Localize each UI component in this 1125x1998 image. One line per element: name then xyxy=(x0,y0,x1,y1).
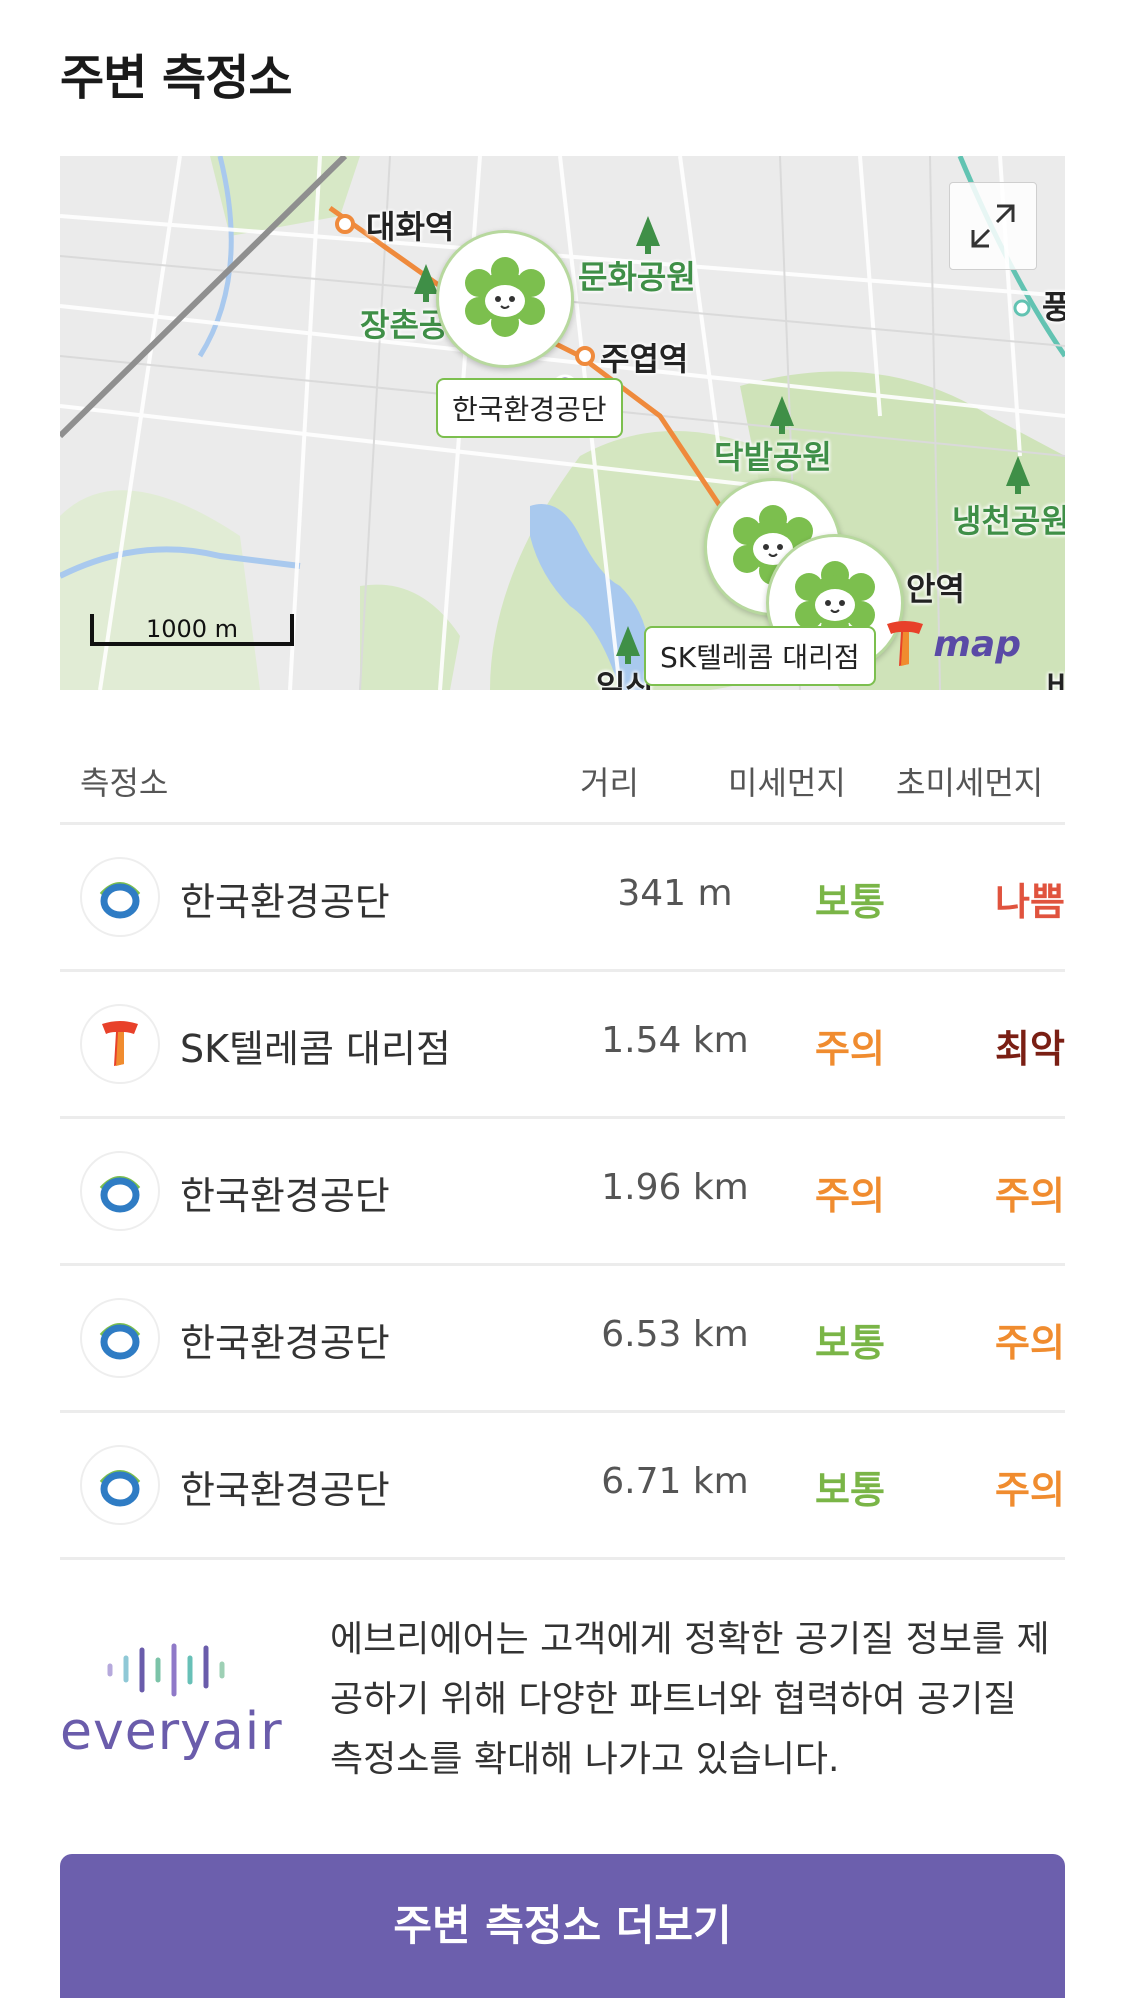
more-stations-button[interactable]: 주변 측정소 더보기 xyxy=(60,1854,1065,1998)
map-pin-tag-keco[interactable]: 한국환경공단 xyxy=(436,378,623,438)
header-station: 측정소 xyxy=(80,764,169,802)
station-name: 한국환경공단 xyxy=(180,1321,390,1365)
stations-table-header: 측정소 거리 미세먼지 초미세먼지 xyxy=(60,730,1065,825)
map-scale-bar: 1000 m xyxy=(90,614,294,646)
map-label-dakbat-park: 닥밭공원 xyxy=(714,438,832,476)
table-row[interactable]: 한국환경공단 1.96 km 주의 주의 xyxy=(60,1119,1065,1266)
map-label-jangchon: 장촌공 xyxy=(360,306,449,344)
tmap-logo: map xyxy=(883,618,1021,670)
expand-icon xyxy=(971,204,1015,248)
map-label-naengcheon-park: 냉천공원 xyxy=(952,502,1065,540)
header-distance: 거리 xyxy=(580,764,639,802)
soundwave-icon xyxy=(107,1643,225,1697)
mascot-icon xyxy=(465,257,545,337)
table-row[interactable]: 한국환경공단 341 m 보통 나쁨 xyxy=(60,825,1065,972)
stations-map[interactable]: 대화역 문화공원 장촌공 주엽역 닥밭공원 냉천공원 안역 풍 일산 비 한국환… xyxy=(60,156,1065,690)
header-pm25: 초미세먼지 xyxy=(896,764,1044,802)
keco-logo-icon xyxy=(80,1445,160,1525)
station-name: 한국환경공단 xyxy=(180,1468,390,1512)
everyair-logo: everyair xyxy=(60,1640,282,1770)
map-pin-keco[interactable] xyxy=(436,230,574,368)
station-name: 한국환경공단 xyxy=(180,1174,390,1218)
brand-name: everyair xyxy=(60,1702,283,1762)
pm25-status: 최악 xyxy=(995,1027,1065,1071)
pm25-status: 주의 xyxy=(995,1321,1065,1365)
tmap-logo-text: map xyxy=(933,623,1021,665)
keco-logo-icon xyxy=(80,1151,160,1231)
table-row[interactable]: 한국환경공단 6.53 km 보통 주의 xyxy=(60,1266,1065,1413)
tmap-t-icon xyxy=(887,621,924,666)
map-label-munhwa-park: 문화공원 xyxy=(578,258,696,296)
map-label-juyeop-station: 주엽역 xyxy=(600,340,689,378)
pm25-status: 나쁨 xyxy=(995,880,1065,924)
partner-note: 에브리에어는 고객에게 정확한 공기질 정보를 제공하기 위해 다양한 파트너와… xyxy=(330,1619,1050,1780)
expand-map-button[interactable] xyxy=(949,182,1037,270)
pm25-status: 주의 xyxy=(995,1468,1065,1512)
table-row[interactable]: 한국환경공단 6.71 km 보통 주의 xyxy=(60,1413,1065,1560)
station-name: SK텔레콤 대리점 xyxy=(180,1027,451,1071)
map-label-daehwa-station: 대화역 xyxy=(366,208,455,246)
table-row[interactable]: SK텔레콤 대리점 1.54 km 주의 최악 xyxy=(60,972,1065,1119)
map-pin-tag-sk[interactable]: SK텔레콤 대리점 xyxy=(644,626,876,686)
keco-logo-icon xyxy=(80,1298,160,1378)
map-label-an-station: 안역 xyxy=(906,570,965,608)
pm25-status: 주의 xyxy=(995,1174,1065,1218)
header-pm10: 미세먼지 xyxy=(728,764,846,802)
keco-logo-icon xyxy=(80,857,160,937)
sk-telecom-logo-icon xyxy=(80,1004,160,1084)
map-label-bottom-right: 비 xyxy=(1046,668,1065,690)
map-label-right-edge: 풍 xyxy=(1042,288,1065,326)
station-name: 한국환경공단 xyxy=(180,880,390,924)
section-title: 주변 측정소 xyxy=(60,50,293,106)
